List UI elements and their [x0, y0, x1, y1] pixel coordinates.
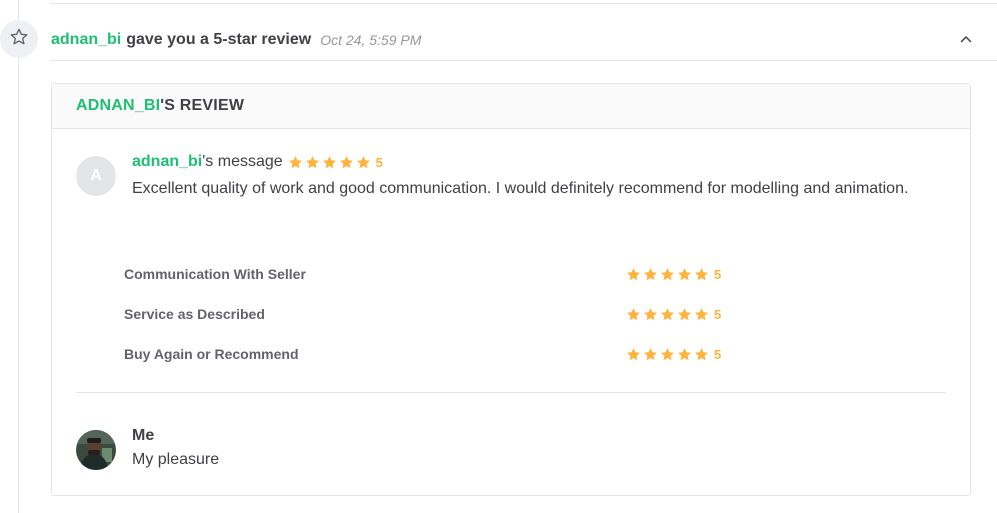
star-icon	[694, 267, 711, 282]
star-icon	[356, 155, 373, 170]
star-icon	[660, 267, 677, 282]
avatar: A	[76, 156, 116, 196]
criterion-row: Communication With Seller 5	[124, 254, 744, 294]
star-icon	[643, 267, 660, 282]
review-card: ADNAN_BI 'S REVIEW A adnan_bi's message 5…	[51, 83, 971, 496]
divider	[50, 60, 997, 61]
star-icon	[694, 307, 711, 322]
criterion-label: Service as Described	[124, 306, 265, 322]
event-header: adnan_bi gave you a 5-star review Oct 24…	[51, 28, 977, 52]
star-rating	[626, 307, 711, 322]
star-icon	[677, 307, 694, 322]
event-action: gave you a 5-star review	[126, 31, 312, 48]
star-icon	[660, 347, 677, 362]
overall-rating-value: 5	[375, 154, 383, 170]
star-icon	[677, 347, 694, 362]
star-rating	[626, 347, 711, 362]
criterion-label: Communication With Seller	[124, 266, 306, 282]
star-rating	[626, 267, 711, 282]
review-header-user: ADNAN_BI	[76, 97, 161, 114]
star-icon	[288, 155, 305, 170]
event-timestamp: Oct 24, 5:59 PM	[320, 32, 422, 48]
star-icon	[643, 347, 660, 362]
star-outline-icon	[9, 27, 29, 52]
review-author-suffix: 's message	[202, 153, 283, 170]
star-icon	[626, 267, 643, 282]
divider	[76, 392, 946, 393]
criterion-row: Service as Described 5	[124, 294, 744, 334]
star-icon	[626, 307, 643, 322]
event-user-link[interactable]: adnan_bi	[51, 31, 121, 49]
event-icon-badge	[0, 20, 38, 58]
chevron-up-icon	[959, 32, 973, 51]
star-icon	[660, 307, 677, 322]
star-icon	[643, 307, 660, 322]
collapse-button[interactable]	[957, 32, 975, 50]
star-icon	[305, 155, 322, 170]
reply-author: Me	[132, 427, 155, 444]
rating-criteria: Communication With Seller 5 Service as D…	[124, 254, 744, 374]
review-card-header: ADNAN_BI 'S REVIEW	[52, 84, 970, 129]
star-icon	[677, 267, 694, 282]
criterion-rating: 5	[626, 267, 744, 282]
reply-text: My pleasure	[132, 451, 220, 468]
criterion-rating-value: 5	[714, 346, 722, 362]
reply-avatar	[76, 430, 116, 470]
star-icon	[339, 155, 356, 170]
star-icon	[626, 347, 643, 362]
timeline-line	[18, 0, 19, 513]
criterion-rating: 5	[626, 347, 744, 362]
criterion-rating-value: 5	[714, 306, 722, 322]
criterion-label: Buy Again or Recommend	[124, 346, 299, 362]
criterion-row: Buy Again or Recommend 5	[124, 334, 744, 374]
star-icon	[694, 347, 711, 362]
review-message-text: Excellent quality of work and good commu…	[132, 180, 909, 197]
criterion-rating: 5	[626, 307, 744, 322]
star-icon	[322, 155, 339, 170]
review-header-suffix: 'S REVIEW	[160, 97, 245, 114]
review-message-title: adnan_bi's message 5	[132, 153, 383, 171]
review-author-link[interactable]: adnan_bi	[132, 153, 202, 171]
criterion-rating-value: 5	[714, 266, 722, 282]
divider	[50, 3, 997, 4]
overall-star-rating	[288, 155, 373, 170]
